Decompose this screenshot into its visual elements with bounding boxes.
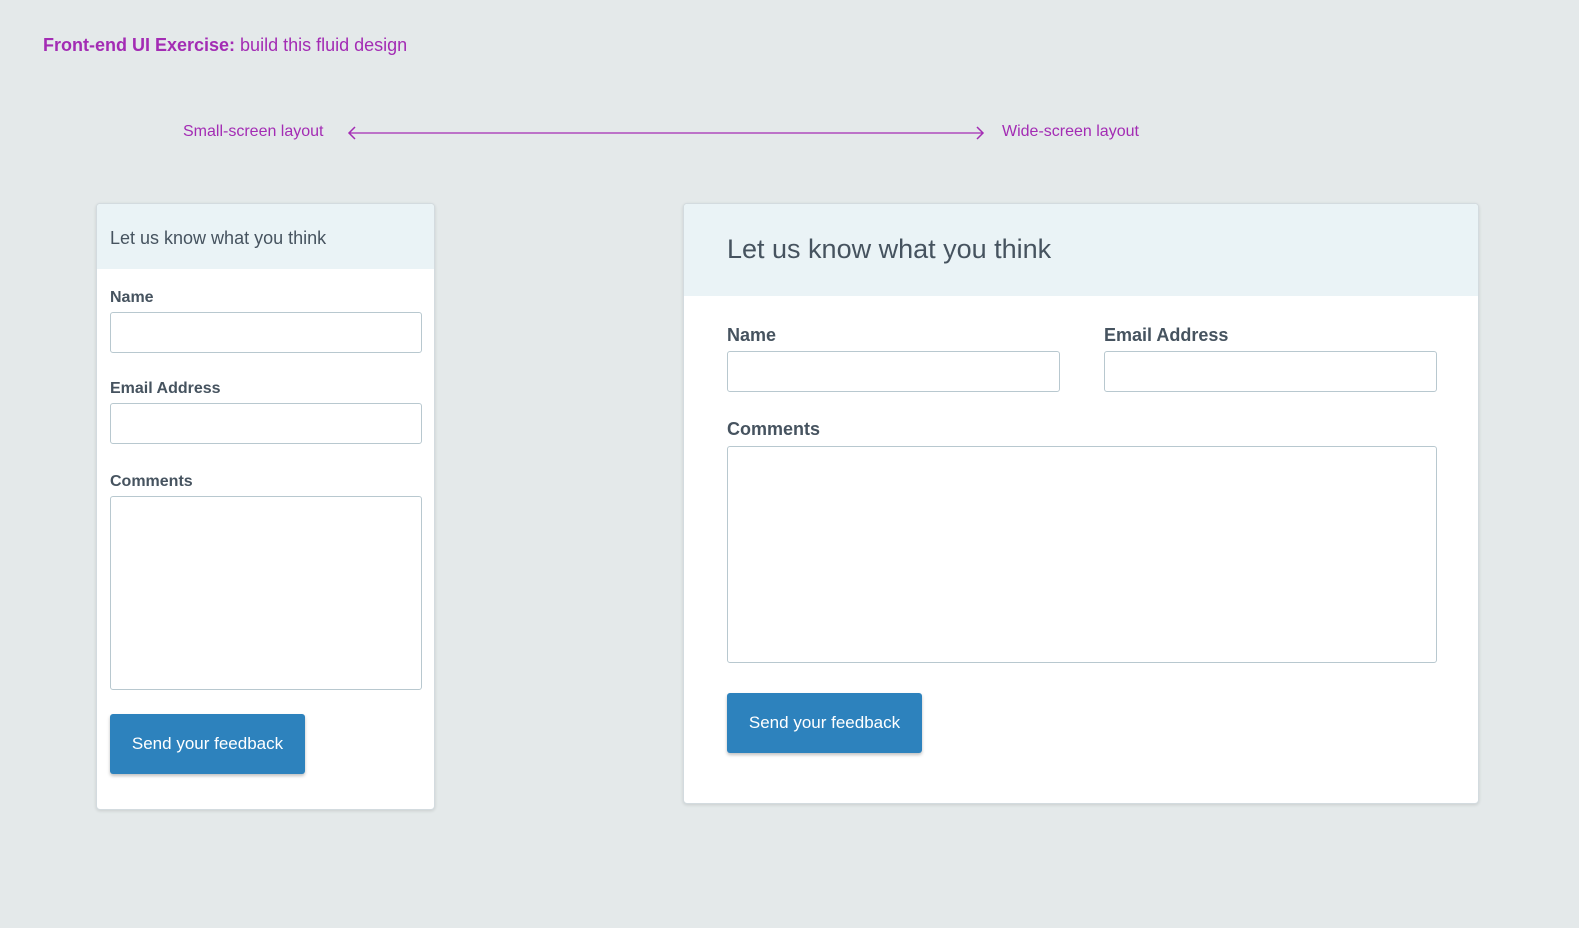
card-header: Let us know what you think: [684, 204, 1478, 296]
email-input[interactable]: [1104, 351, 1437, 392]
card-title: Let us know what you think: [727, 234, 1052, 264]
feedback-card-small: Let us know what you think Name Email Ad…: [96, 203, 435, 810]
wide-screen-layout-label: Wide-screen layout: [1002, 123, 1139, 140]
exercise-title-rest: build this fluid design: [235, 35, 408, 55]
name-input[interactable]: [727, 351, 1060, 392]
name-label: Name: [727, 325, 777, 345]
card-header: Let us know what you think: [97, 204, 434, 269]
double-headed-arrow-icon: [347, 126, 985, 140]
email-input[interactable]: [110, 403, 422, 444]
card-title: Let us know what you think: [110, 228, 327, 248]
comments-textarea[interactable]: [727, 446, 1437, 663]
comments-textarea[interactable]: [110, 496, 422, 690]
email-label: Email Address: [110, 380, 221, 397]
exercise-title: Front-end UI Exercise: build this fluid …: [43, 35, 407, 56]
comments-label: Comments: [727, 419, 821, 439]
name-label: Name: [110, 289, 154, 306]
exercise-title-strong: Front-end UI Exercise:: [43, 35, 236, 55]
send-feedback-button[interactable]: Send your feedback: [110, 714, 305, 774]
name-input[interactable]: [110, 312, 422, 353]
small-screen-layout-label: Small-screen layout: [183, 123, 324, 140]
send-feedback-button[interactable]: Send your feedback: [727, 693, 922, 753]
feedback-card-wide: Let us know what you think Name Email Ad…: [683, 203, 1479, 804]
email-label: Email Address: [1104, 325, 1229, 345]
page: Front-end UI Exercise: build this fluid …: [0, 0, 1579, 928]
comments-label: Comments: [110, 473, 193, 490]
